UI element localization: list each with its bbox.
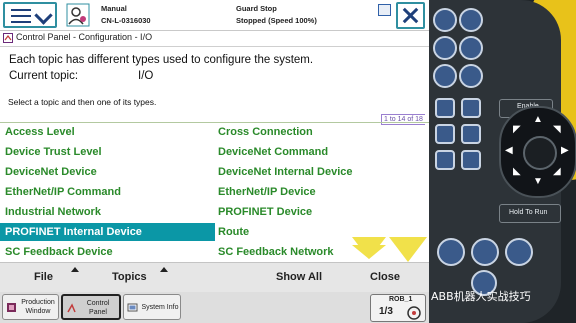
- type-list: Access Level Device Trust Level DeviceNe…: [0, 122, 429, 263]
- list-item[interactable]: Access Level: [0, 123, 215, 141]
- instruction-text: Select a topic and then one of its types…: [8, 97, 157, 107]
- list-item[interactable]: Route: [213, 223, 353, 241]
- list-item[interactable]: Industrial Network: [0, 203, 215, 221]
- abb-menu-button[interactable]: [3, 2, 57, 28]
- flexpendant-hardware: Enable ▲ ▼ ◀ ▶ ◤ ◥ ◣ ◢ Hold To Run: [429, 0, 576, 323]
- robot-unit-label: ROB_1: [389, 296, 413, 303]
- quickset-icon[interactable]: [378, 4, 391, 16]
- current-topic-value: I/O: [138, 70, 154, 82]
- menu-icon: [11, 9, 31, 27]
- reorient-key[interactable]: [461, 150, 481, 170]
- current-topic-label: Current topic:: [9, 70, 79, 82]
- task-control-panel[interactable]: Control Panel: [61, 294, 121, 320]
- command-bar: File Topics Show All Close: [0, 262, 429, 293]
- task-label: System Info: [141, 304, 179, 311]
- robot-unit-button[interactable]: ROB_1 1/3: [370, 294, 426, 322]
- task-system-info[interactable]: System Info: [123, 294, 181, 320]
- stop-button[interactable]: [437, 238, 465, 266]
- list-item[interactable]: EtherNet/IP Device: [213, 183, 373, 201]
- watermark: ABB机器人实战技巧: [431, 290, 531, 303]
- taskbar: Production Window Control Panel System I…: [0, 292, 429, 323]
- window-titlebar: Control Panel - Configuration - I/O: [0, 31, 429, 47]
- control-panel-icon: [3, 33, 13, 43]
- hold-to-run-label: Hold To Run: [509, 209, 548, 216]
- linear-key[interactable]: [435, 150, 455, 170]
- arrow-diag-icon: ◢: [553, 166, 561, 177]
- window-title: Control Panel - Configuration - I/O: [16, 32, 153, 42]
- operating-status: Manual CN-L-0316030: [101, 3, 151, 27]
- list-item[interactable]: DeviceNet Device: [0, 163, 215, 181]
- list-item-selected[interactable]: PROFINET Internal Device: [0, 223, 215, 241]
- operating-mode: Manual: [101, 4, 127, 13]
- list-item[interactable]: SC Feedback Device: [0, 243, 215, 261]
- scroll-down-arrow-icon[interactable]: [389, 237, 427, 262]
- file-menu-button[interactable]: File: [34, 271, 53, 283]
- task-label: Control Panel: [86, 300, 110, 316]
- arrow-diag-icon: ◥: [553, 124, 561, 135]
- arrow-diag-icon: ◤: [513, 124, 521, 135]
- motor-status: Stopped (Speed 100%): [236, 16, 317, 25]
- controller-id: CN-L-0316030: [101, 16, 151, 25]
- arrow-down-icon: ▼: [533, 176, 543, 187]
- list-item[interactable]: SC Feedback Network: [213, 243, 353, 261]
- arrow-right-icon: ▶: [561, 145, 569, 156]
- arrow-diag-icon: ◣: [513, 166, 521, 177]
- list-item[interactable]: DeviceNet Internal Device: [213, 163, 373, 181]
- list-item[interactable]: PROFINET Device: [213, 203, 373, 221]
- arrow-up-icon: ▲: [533, 114, 543, 125]
- robot-joint-icon: [407, 306, 421, 320]
- programmable-key-1[interactable]: [433, 8, 457, 32]
- task-production-window[interactable]: Production Window: [2, 294, 59, 320]
- chevron-down-icon: [34, 6, 53, 25]
- close-button[interactable]: Close: [370, 271, 400, 283]
- joystick[interactable]: ▲ ▼ ◀ ▶ ◤ ◥ ◣ ◢: [499, 106, 576, 198]
- caret-up-icon: [71, 267, 79, 272]
- list-item[interactable]: Cross Connection: [213, 123, 373, 141]
- user-icon[interactable]: [66, 3, 90, 27]
- list-item[interactable]: DeviceNet Command: [213, 143, 373, 161]
- guard-status: Guard Stop: [236, 4, 277, 13]
- programmable-key-2[interactable]: [459, 8, 483, 32]
- task-label: Production Window: [21, 299, 55, 315]
- topics-menu-button[interactable]: Topics: [112, 271, 147, 283]
- increment-key[interactable]: [461, 124, 481, 144]
- flexpendant-screen: Manual CN-L-0316030 Guard Stop Stopped (…: [0, 0, 429, 323]
- programmable-key-4[interactable]: [459, 36, 483, 60]
- production-icon: [7, 303, 16, 312]
- step-forward-button[interactable]: [471, 238, 499, 266]
- jog-axis-key[interactable]: [435, 124, 455, 144]
- list-item[interactable]: Device Trust Level: [0, 143, 215, 161]
- start-button[interactable]: [505, 238, 533, 266]
- programmable-key-3[interactable]: [433, 36, 457, 60]
- show-all-button[interactable]: Show All: [276, 271, 322, 283]
- programmable-key-5[interactable]: [433, 64, 457, 88]
- system-info-icon: [127, 303, 138, 312]
- mechanical-unit-key[interactable]: [435, 98, 455, 118]
- close-window-button[interactable]: [396, 2, 425, 29]
- safety-status: Guard Stop Stopped (Speed 100%): [236, 3, 317, 27]
- control-panel-icon: [67, 303, 76, 313]
- joystick-knob[interactable]: [523, 136, 557, 170]
- arrow-left-icon: ◀: [505, 145, 513, 156]
- programmable-key-6[interactable]: [459, 64, 483, 88]
- description-text: Each topic has different types used to c…: [9, 54, 314, 66]
- motion-mode-key[interactable]: [461, 98, 481, 118]
- caret-up-icon: [160, 267, 168, 272]
- robot-unit-fraction: 1/3: [379, 306, 393, 317]
- list-item[interactable]: EtherNet/IP Command: [0, 183, 215, 201]
- status-header: Manual CN-L-0316030 Guard Stop Stopped (…: [0, 0, 429, 31]
- page-down-arrow-icon[interactable]: [352, 245, 386, 259]
